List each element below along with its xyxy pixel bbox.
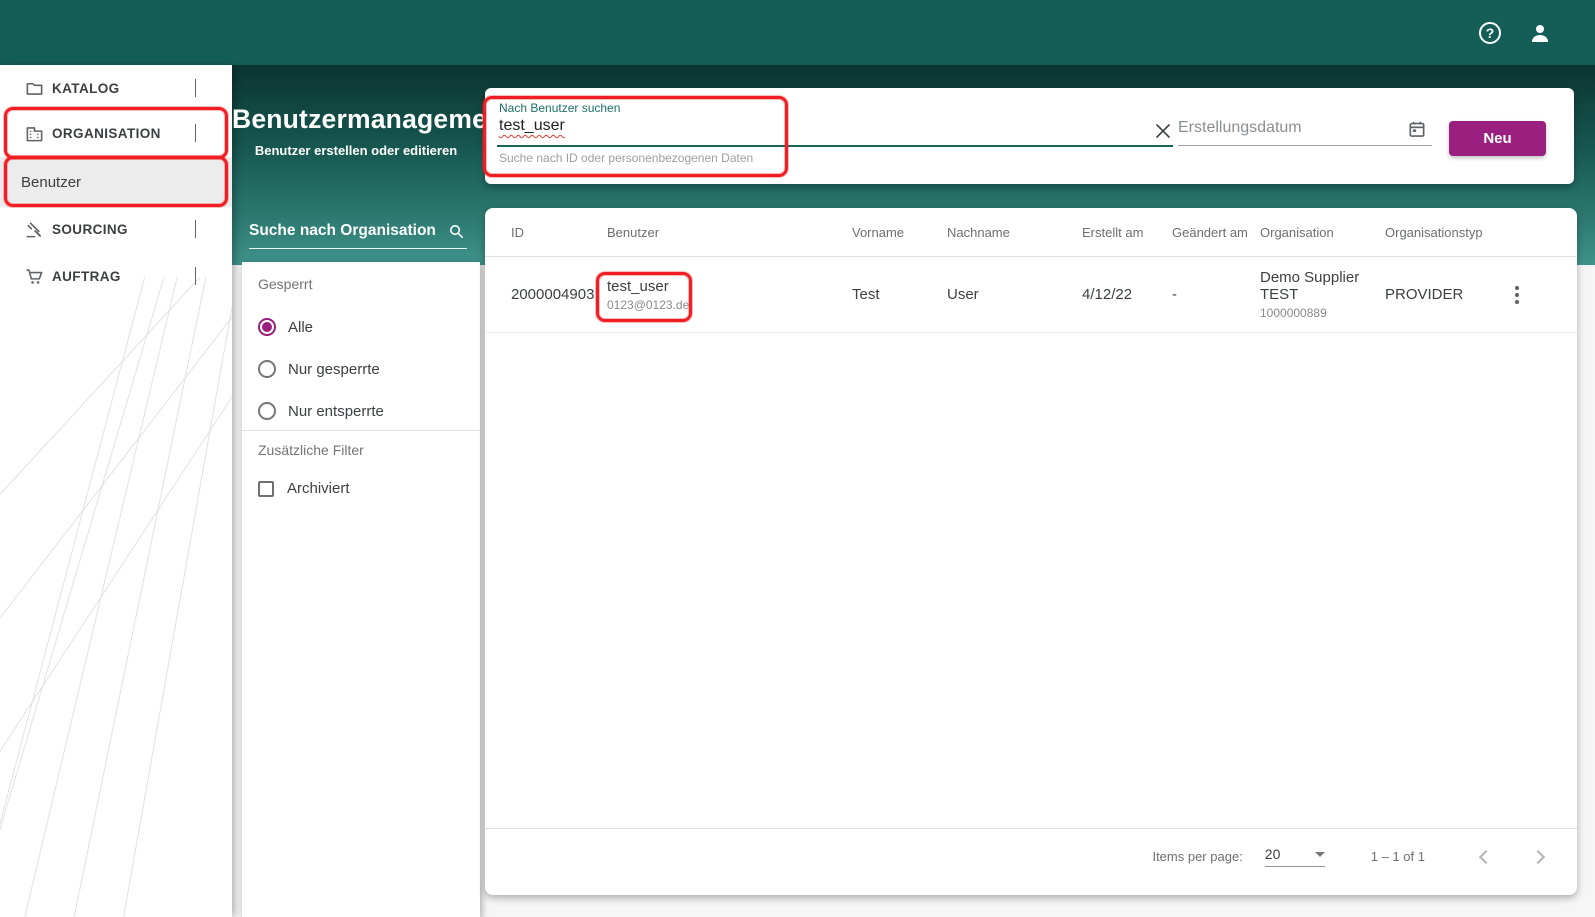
search-toolbar-card: Nach Benutzer suchen test_user Suche nac… [485,88,1574,184]
archived-checkbox-row[interactable]: Archiviert [258,480,350,497]
paginator-range: 1 – 1 of 1 [1371,849,1425,864]
locked-filter-label: Gesperrt [258,276,312,292]
filter-divider [242,430,480,431]
radio-label: Nur gesperrte [288,361,380,378]
page-title-block: Benutzermanagement Benutzer erstellen od… [232,104,480,158]
sidebar-item-organisation[interactable]: ORGANISATION [0,109,232,157]
chevron-down-icon [195,220,196,238]
radio-label: Alle [288,319,313,336]
organisation-search-underline [249,248,467,249]
cell-benutzer-name: test_user [607,278,852,295]
table-paginator: Items per page: 20 1 – 1 of 1 [485,828,1577,884]
top-bar: ? [0,0,1595,65]
column-header-geaendert-am: Geändert am [1172,225,1260,240]
previous-page-icon[interactable] [1473,844,1499,870]
clear-search-icon[interactable] [1153,121,1173,141]
users-table-card: ID Benutzer Vorname Nachname Erstellt am… [485,208,1577,895]
cell-organisationstyp: PROVIDER [1385,286,1495,303]
organisation-search-field[interactable]: Suche nach Organisation [249,222,467,249]
page-title: Benutzermanagement [232,104,480,135]
sidebar-item-label: KATALOG [52,81,120,96]
column-header-erstellt-am: Erstellt am [1082,225,1172,240]
cell-id: 2000004903 [485,286,607,303]
cell-actions [1495,283,1577,307]
user-search-label: Nach Benutzer suchen [499,101,620,115]
gavel-icon [24,219,44,239]
calendar-icon[interactable] [1407,119,1427,139]
creation-date-underline [1178,145,1432,146]
column-header-vorname: Vorname [852,225,947,240]
cell-organisation: Demo Supplier TEST 1000000889 [1260,269,1385,320]
organisation-search-placeholder: Suche nach Organisation [249,222,467,240]
cell-benutzer: test_user 0123@0123.de [607,278,852,312]
page-subtitle: Benutzer erstellen oder editieren [232,143,480,158]
sidebar-subitem-benutzer[interactable]: Benutzer [0,157,232,207]
sidebar-item-label: SOURCING [52,222,128,237]
building-background-image [0,277,232,917]
kebab-menu-icon[interactable] [1505,283,1529,307]
sidebar-item-label: AUFTRAG [52,269,121,284]
table-header-row: ID Benutzer Vorname Nachname Erstellt am… [485,208,1577,257]
radio-label: Nur entsperrte [288,403,384,420]
user-search-input[interactable]: test_user [499,117,565,135]
sidebar-nav: KATALOG ORGANISATION Benutzer [0,65,232,917]
radio-unselected-icon [258,360,276,378]
sidebar-item-katalog[interactable]: KATALOG [0,65,232,111]
help-glyph: ? [1479,22,1501,44]
radio-selected-icon [258,318,276,336]
table-row[interactable]: 2000004903 test_user 0123@0123.de Test U… [485,257,1577,333]
chevron-down-icon [195,267,196,285]
cart-icon [24,266,44,286]
cell-organisation-name: Demo Supplier TEST [1260,269,1385,303]
user-search-underline [497,145,1173,147]
column-header-nachname: Nachname [947,225,1082,240]
new-user-button[interactable]: Neu [1449,121,1546,156]
help-icon[interactable]: ? [1477,20,1503,46]
page-size-value: 20 [1265,846,1281,862]
column-header-id: ID [485,225,607,240]
column-header-benutzer: Benutzer [607,225,852,240]
items-per-page-label: Items per page: [1152,849,1242,864]
dropdown-caret-icon [1315,852,1325,857]
cell-vorname: Test [852,286,947,303]
radio-unselected-icon [258,402,276,420]
sidebar-item-sourcing[interactable]: SOURCING [0,206,232,252]
radio-option-alle[interactable]: Alle [258,318,313,336]
column-header-organisation: Organisation [1260,225,1385,240]
cell-erstellt-am: 4/12/22 [1082,286,1172,303]
page-size-select[interactable]: 20 [1265,846,1325,867]
radio-option-nur-entsperrte[interactable]: Nur entsperrte [258,402,384,420]
organisation-icon [24,123,44,143]
filter-panel: Gesperrt Alle Nur gesperrte Nur entsperr… [242,262,480,917]
cell-nachname: User [947,286,1082,303]
column-header-organisationstyp: Organisationstyp [1385,225,1495,240]
folder-icon [24,78,44,98]
user-search-helper: Suche nach ID oder personenbezogenen Dat… [499,151,753,165]
sidebar-item-auftrag[interactable]: AUFTRAG [0,253,232,299]
chevron-down-icon [195,79,196,97]
app-root: ? be N eering [0,0,1595,917]
radio-option-nur-gesperrte[interactable]: Nur gesperrte [258,360,380,378]
next-page-icon[interactable] [1525,844,1551,870]
sidebar-item-label: ORGANISATION [52,126,161,141]
person-icon[interactable] [1527,20,1553,46]
chevron-up-icon [195,124,196,142]
sidebar-subitem-label: Benutzer [21,174,81,191]
cell-geaendert-am: - [1172,286,1260,303]
additional-filter-label: Zusätzliche Filter [258,442,364,458]
checkbox-unchecked-icon [258,481,274,497]
cell-organisation-id: 1000000889 [1260,306,1385,320]
cell-benutzer-email: 0123@0123.de [607,298,852,312]
search-icon [448,223,465,240]
creation-date-input[interactable]: Erstellungsdatum [1178,119,1302,137]
checkbox-label: Archiviert [287,480,350,497]
